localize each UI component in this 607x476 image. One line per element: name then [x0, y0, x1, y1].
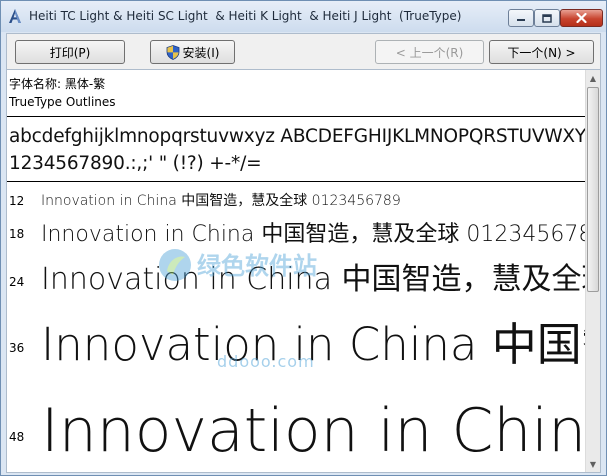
close-icon [576, 13, 587, 23]
font-app-icon [9, 9, 21, 23]
size-label: 24 [9, 275, 25, 289]
close-button[interactable] [560, 9, 603, 27]
watermark-url: ddooo.com [217, 352, 315, 371]
window-title: Heiti TC Light & Heiti SC Light & Heiti … [29, 9, 462, 23]
size-label: 36 [9, 341, 25, 355]
scrollbar-thumb[interactable] [587, 87, 599, 292]
toolbar: 打印(P) 安装(I) < 上一个(R) 下一个(N) > [6, 33, 601, 69]
print-button-label: 打印(P) [49, 45, 91, 60]
sample-text: Innovation in China 中国智造，慧及全球 0123456789 [41, 222, 585, 247]
font-name-line: 字体名称: 黑体-繁 [9, 77, 106, 91]
scroll-down-icon[interactable]: ▼ [586, 456, 600, 472]
minimize-button[interactable] [508, 9, 534, 27]
minimize-icon [517, 19, 525, 21]
header-divider [7, 116, 585, 117]
maximize-button[interactable] [534, 9, 560, 27]
size-label: 48 [9, 430, 25, 444]
charset-divider [7, 181, 585, 182]
charset-letters: abcdefghijklmnopqrstuvwxyz ABCDEFGHIJKLM… [9, 126, 585, 147]
font-preview-area[interactable]: 字体名称: 黑体-繁 TrueType Outlines abcdefghijk… [6, 69, 601, 473]
uac-shield-icon [166, 44, 179, 60]
previous-button-label: < 上一个(R) [395, 45, 464, 60]
next-button-label: 下一个(N) > [507, 45, 576, 60]
charset-digits-symbols: 1234567890.:,;' " (!?) +-*/= [9, 153, 262, 174]
print-button[interactable]: 打印(P) [15, 40, 125, 64]
scroll-up-icon[interactable]: ▲ [586, 70, 600, 86]
sample-text: Innovation in China 中国智造，慧及全球 0123456789 [41, 262, 585, 297]
next-button[interactable]: 下一个(N) > [489, 40, 594, 64]
sample-row-48: 48 Innovation in China 中国智造，慧及全球 0123456… [7, 382, 585, 466]
sample-row-36: 36 Innovation in China 中国智造，慧及全球 0123456… [7, 306, 585, 386]
vertical-scrollbar[interactable]: ▲ ▼ [585, 70, 600, 472]
previous-button[interactable]: < 上一个(R) [375, 40, 484, 64]
sample-text: Innovation in China 中国智造，慧及全球 0123456789 [41, 193, 401, 209]
size-label: 12 [9, 194, 25, 208]
font-viewer-window: Heiti TC Light & Heiti SC Light & Heiti … [0, 0, 607, 476]
install-button[interactable]: 安装(I) [150, 40, 235, 64]
font-outline-line: TrueType Outlines [9, 95, 116, 109]
maximize-icon [542, 13, 552, 23]
size-label: 18 [9, 227, 25, 241]
install-button-label: 安装(I) [182, 45, 220, 60]
sample-text: Innovation in China 中国智造，慧及全球 0123456789 [41, 396, 585, 466]
title-bar[interactable]: Heiti TC Light & Heiti SC Light & Heiti … [1, 1, 606, 32]
preview-canvas: 字体名称: 黑体-繁 TrueType Outlines abcdefghijk… [7, 70, 585, 472]
